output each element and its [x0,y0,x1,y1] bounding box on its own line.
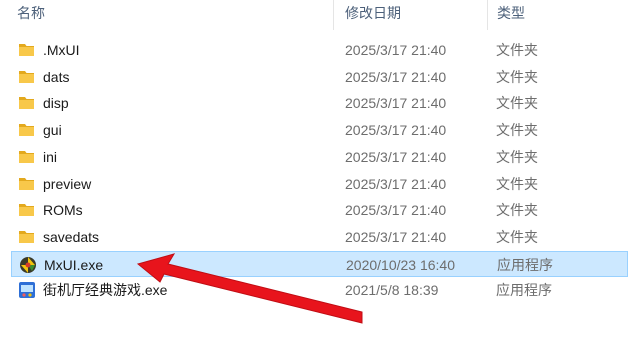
file-row[interactable]: .MxUI 2025/3/17 21:40 文件夹 [11,37,628,63]
file-type: 应用程序 [496,282,552,299]
file-name: ini [43,148,58,165]
file-name: ROMs [43,202,83,219]
column-header-bar: 名称 修改日期 类型 [0,0,628,30]
file-row[interactable]: dats 2025/3/17 21:40 文件夹 [11,64,628,90]
file-modified-date: 2025/3/17 21:40 [345,148,447,165]
folder-icon [18,94,36,112]
file-name: gui [43,122,62,139]
file-row-selected[interactable]: MxUI.exe 2020/10/23 16:40 应用程序 [11,250,628,277]
file-name: preview [43,175,92,192]
file-type: 应用程序 [497,256,553,273]
file-row[interactable]: gui 2025/3/17 21:40 文件夹 [11,117,628,143]
file-row[interactable]: ROMs 2025/3/17 21:40 文件夹 [11,197,628,223]
file-modified-date: 2025/3/17 21:40 [345,68,447,85]
file-modified-date: 2025/3/17 21:40 [345,202,447,219]
file-name: savedats [43,228,100,245]
file-type: 文件夹 [496,42,538,58]
file-name: .MxUI [43,42,80,58]
file-modified-date: 2025/3/17 21:40 [345,122,447,139]
folder-icon [18,41,36,59]
column-header-type[interactable]: 类型 [497,3,525,23]
folder-icon [18,121,36,139]
file-modified-date: 2025/3/17 21:40 [345,95,447,112]
file-type: 文件夹 [496,202,538,219]
folder-icon [18,228,36,246]
file-modified-date: 2021/5/8 18:39 [345,282,439,299]
folder-icon [18,68,36,86]
file-name: dats [43,68,70,85]
file-modified-date: 2025/3/17 21:40 [345,42,447,58]
file-name: MxUI.exe [44,256,104,273]
file-name: disp [43,95,69,112]
folder-icon [18,201,36,219]
file-row[interactable]: savedats 2025/3/17 21:40 文件夹 [11,224,628,250]
file-row[interactable]: ini 2025/3/17 21:40 文件夹 [11,144,628,170]
file-row[interactable]: disp 2025/3/17 21:40 文件夹 [11,90,628,116]
folder-icon [18,148,36,166]
file-type: 文件夹 [496,122,538,139]
column-header-date[interactable]: 修改日期 [345,3,401,23]
column-divider[interactable] [333,0,334,30]
file-modified-date: 2020/10/23 16:40 [346,256,455,273]
column-header-name[interactable]: 名称 [17,3,45,23]
folder-icon [18,175,36,193]
mxui-app-icon [19,256,37,274]
file-name: 街机厅经典游戏.exe [43,282,168,299]
file-type: 文件夹 [496,95,538,112]
file-type: 文件夹 [496,68,538,85]
file-type: 文件夹 [496,175,538,192]
arcade-app-icon [18,281,36,299]
file-modified-date: 2025/3/17 21:40 [345,175,447,192]
column-divider[interactable] [487,0,488,30]
file-row[interactable]: 街机厅经典游戏.exe 2021/5/8 18:39 应用程序 [11,277,628,303]
file-modified-date: 2025/3/17 21:40 [345,228,447,245]
file-row[interactable]: preview 2025/3/17 21:40 文件夹 [11,171,628,197]
file-type: 文件夹 [496,228,538,245]
file-type: 文件夹 [496,148,538,165]
